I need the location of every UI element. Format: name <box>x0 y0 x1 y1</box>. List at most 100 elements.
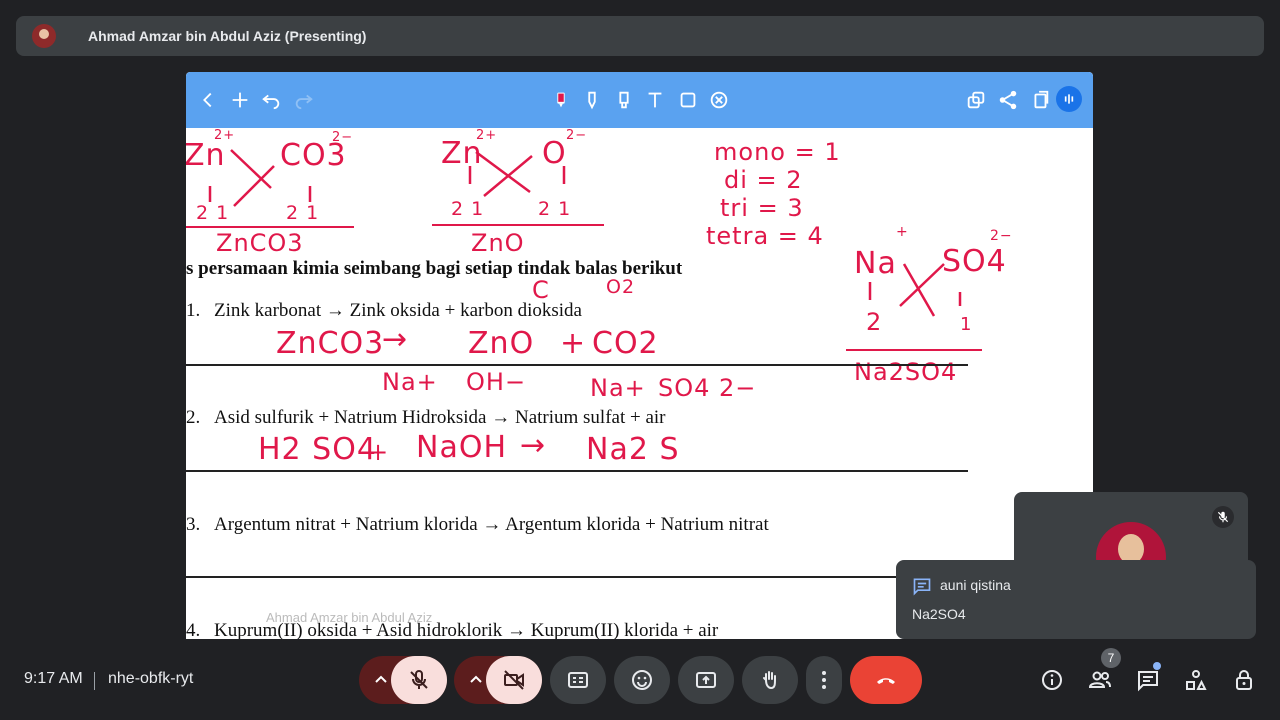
question-3-text: Argentum nitrat + Natrium klorida → Arge… <box>214 514 769 535</box>
hw-eq1-plus: + <box>560 326 587 361</box>
divider <box>94 672 95 690</box>
hw-zno-result: ZnO <box>471 229 525 257</box>
present-screen-icon <box>696 672 716 688</box>
hw-eq2-arrow: → <box>520 428 547 463</box>
leave-call-button[interactable] <box>850 656 922 704</box>
question-4-number: 4. <box>186 620 201 639</box>
hw-cross1-left: 2 1 <box>196 202 230 224</box>
emoji-icon <box>632 670 652 690</box>
hw-zn-sup: 2+ <box>214 128 236 143</box>
answer-line-1 <box>186 364 968 366</box>
hw-ion-so4: SO4 2− <box>658 374 757 402</box>
hw-eq2-plus: + <box>368 438 390 466</box>
hw-so4-down: 1 <box>960 314 973 335</box>
hw-underline-3 <box>846 349 982 351</box>
chat-notification[interactable]: auni qistina Na2SO4 <box>896 560 1256 639</box>
hw-ion-na2: Na+ <box>590 374 646 402</box>
hw-co3-sup: 2− <box>332 130 354 145</box>
hw-underline-2 <box>432 224 604 226</box>
hw-o-sup: 2− <box>566 128 588 143</box>
hw-eq1-co2: CO2 <box>592 326 659 361</box>
hw-c-label: C <box>532 276 550 304</box>
shared-whiteboard[interactable]: Zn 2+ CO3 2− 2 1 2 1 ZnCO3 Zn 2+ O 2− 2 … <box>186 72 1093 639</box>
hw-eq1-zno: ZnO <box>468 326 535 361</box>
hw-zn2-sup: 2+ <box>476 128 498 143</box>
hw-znco3: ZnCO3 <box>216 229 304 257</box>
hw-cross2-left: 2 1 <box>451 198 485 220</box>
hw-eq1-arrow: → <box>382 322 409 357</box>
clock: 9:17 AM <box>24 670 83 687</box>
hw-cross2-right: 2 1 <box>538 198 572 220</box>
hw-eq1-reactant: ZnCO3 <box>276 326 385 361</box>
host-controls-icon[interactable] <box>1232 668 1256 692</box>
hw-prefix-tri: tri = 3 <box>720 194 804 222</box>
participants-count-badge: 7 <box>1101 648 1121 668</box>
people-icon[interactable] <box>1088 668 1112 692</box>
captions-button[interactable] <box>550 656 606 704</box>
question-3-number: 3. <box>186 514 201 535</box>
remote-cursor-label: Ahmad Amzar bin Abdul Aziz <box>266 610 433 625</box>
present-button[interactable] <box>678 656 734 704</box>
hw-na2so4: Na2SO4 <box>854 358 958 386</box>
eraser-icon[interactable] <box>705 86 733 114</box>
raise-hand-button[interactable] <box>742 656 798 704</box>
hw-ion-oh: OH− <box>466 368 527 396</box>
mic-options-chevron-icon[interactable] <box>369 656 393 704</box>
share-icon[interactable] <box>994 86 1022 114</box>
copy-icon[interactable] <box>1026 86 1054 114</box>
hw-cross1-right: 2 1 <box>286 202 320 224</box>
hw-eq2-h2so4: H2 SO4 <box>258 432 377 467</box>
hw-prefix-mono: mono = 1 <box>714 138 841 166</box>
answer-line-2 <box>186 470 968 472</box>
text-icon[interactable] <box>641 86 669 114</box>
hw-eq2-na2s: Na2 S <box>586 432 680 467</box>
chat-message: Na2SO4 <box>912 606 966 622</box>
microphone-control <box>359 656 447 704</box>
mic-off-icon <box>1212 506 1234 528</box>
hang-up-icon <box>877 678 895 684</box>
hw-eq2-naoh: NaOH <box>416 430 507 465</box>
hw-prefix-di: di = 2 <box>724 166 803 194</box>
presenter-bar: Ahmad Amzar bin Abdul Aziz (Presenting) <box>16 16 1264 56</box>
question-1-number: 1. <box>186 300 201 321</box>
chat-unread-dot <box>1153 662 1161 670</box>
reactions-button[interactable] <box>614 656 670 704</box>
question-2-number: 2. <box>186 407 201 428</box>
question-2-text: Asid sulfurik + Natrium Hidroksida → Nat… <box>214 407 666 428</box>
captions-icon <box>568 672 588 688</box>
question-1-text: Zink karbonat → Zink oksida + karbon dio… <box>214 300 582 321</box>
hw-prefix-tetra: tetra = 4 <box>706 222 824 250</box>
back-icon[interactable] <box>194 86 222 114</box>
undo-icon[interactable] <box>257 86 285 114</box>
more-options-button[interactable] <box>806 656 842 704</box>
meeting-controls-bar: 9:17 AM nhe-obfk-ryt <box>0 640 1280 720</box>
hw-o2-label: O2 <box>606 276 636 298</box>
layers-icon[interactable] <box>962 86 990 114</box>
shape-icon[interactable] <box>674 86 702 114</box>
highlighter-icon[interactable] <box>610 86 638 114</box>
mic-off-icon <box>410 670 428 689</box>
camera-toggle-button[interactable] <box>486 656 542 704</box>
presenter-name: Ahmad Amzar bin Abdul Aziz (Presenting) <box>88 28 367 44</box>
camera-control <box>454 656 542 704</box>
chat-icon <box>913 578 931 596</box>
chat-panel-icon[interactable] <box>1136 668 1160 692</box>
marker-icon[interactable] <box>578 86 606 114</box>
hw-na-sup: + <box>896 224 909 240</box>
hw-ion-na: Na+ <box>382 368 438 396</box>
add-icon[interactable] <box>226 86 254 114</box>
info-icon[interactable] <box>1040 668 1064 692</box>
pen-red-icon[interactable] <box>547 86 575 114</box>
activities-icon[interactable] <box>1184 668 1208 692</box>
redo-icon[interactable] <box>290 86 318 114</box>
live-icon[interactable] <box>1056 86 1082 112</box>
hw-na-down: 2 <box>866 308 883 336</box>
more-vert-icon <box>822 671 826 689</box>
presenter-avatar <box>32 24 56 48</box>
camera-options-chevron-icon[interactable] <box>464 656 488 704</box>
chat-sender: auni qistina <box>940 577 1011 593</box>
mic-toggle-button[interactable] <box>391 656 447 704</box>
whiteboard-toolbar <box>186 72 1093 128</box>
hw-underline-1 <box>186 226 354 228</box>
hand-icon <box>763 671 776 690</box>
